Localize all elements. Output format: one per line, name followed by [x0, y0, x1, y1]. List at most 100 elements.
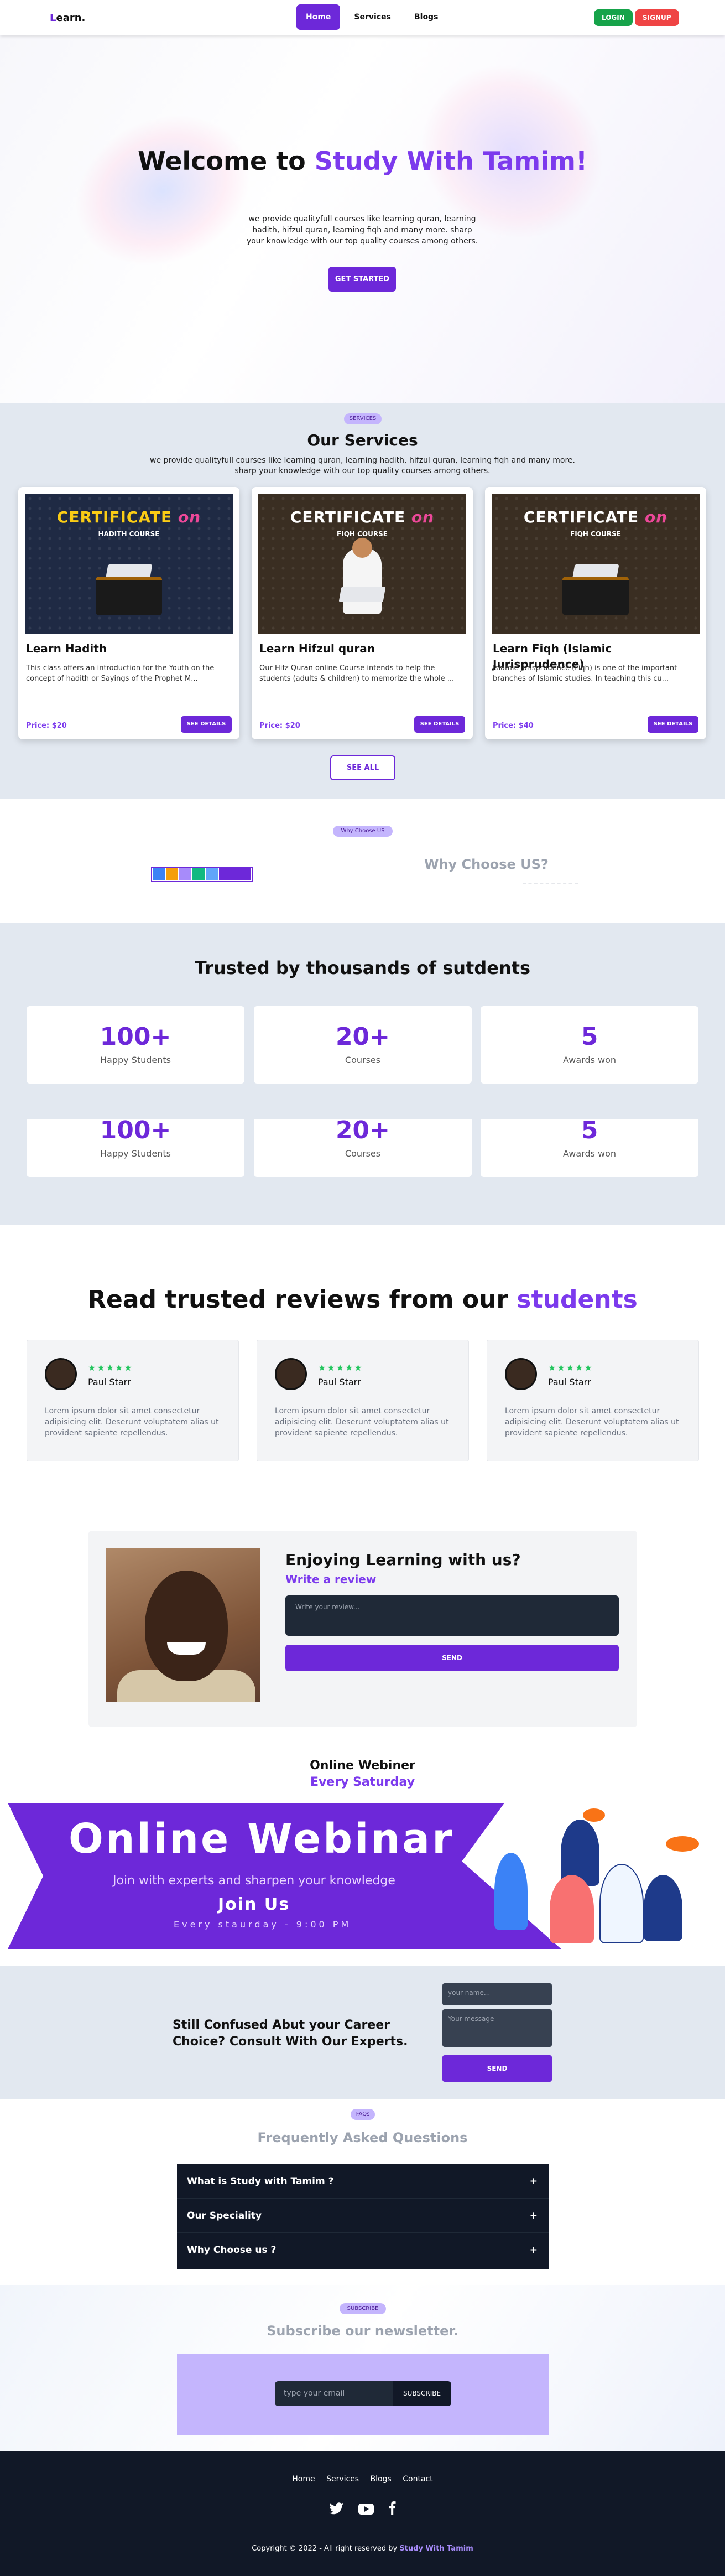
see-all-button[interactable]: SEE ALL	[330, 755, 395, 780]
course-image: CERTIFICATE on FIQH COURSE	[258, 494, 466, 634]
nav-home[interactable]: Home	[296, 4, 341, 30]
stat-card: 5 Awards won	[481, 1006, 698, 1084]
plus-icon: +	[529, 2210, 538, 2221]
services-subtitle: we provide qualityfull courses like lear…	[150, 456, 575, 465]
why-badge: Why Choose US	[333, 826, 393, 837]
logo[interactable]: Learn.	[50, 12, 85, 24]
chat-bubble-icon	[666, 1836, 699, 1852]
stat-number: 100+	[100, 1119, 171, 1144]
reviews-section: Read trusted reviews from our students ★…	[0, 1225, 725, 1756]
services-section: SERVICES Our Services we provide quality…	[0, 403, 725, 799]
see-details-button[interactable]: SEE DETAILS	[414, 716, 465, 733]
footer-link-home[interactable]: Home	[292, 2475, 315, 2484]
stat-card: 100+ Happy Students	[27, 1006, 244, 1084]
service-card[interactable]: CERTIFICATE on HADITH COURSE Learn Hadit…	[18, 487, 239, 739]
name-input[interactable]: your name...	[442, 1983, 552, 2005]
trusted-section: Trusted by thousands of sutdents 100+ Hap…	[0, 923, 725, 1225]
review-form-subtitle: Write a review	[285, 1573, 377, 1586]
certificate-title: CERTIFICATE on	[290, 508, 435, 526]
stat-card: 20+ Courses	[254, 1006, 472, 1084]
footer-link-contact[interactable]: Contact	[403, 2475, 432, 2484]
webinar-title: Online Webiner	[310, 1759, 415, 1772]
social-icons	[0, 2501, 725, 2518]
faq-accordion: What is Study with Tamim ? + Our Speciali…	[177, 2164, 549, 2269]
stat-label: Courses	[345, 1148, 381, 1159]
nav-services[interactable]: Services	[345, 4, 400, 30]
trusted-title: Trusted by thousands of sutdents	[194, 957, 531, 978]
card-price: Price: $20	[26, 722, 67, 730]
stat-label: Awards won	[562, 1055, 617, 1065]
review-card: ★★★★★ Paul Starr Lorem ipsum dolor sit a…	[487, 1340, 699, 1461]
copyright-text: Copyright © 2022 - All right reserved by	[252, 2544, 400, 2553]
course-name: HADITH COURSE	[98, 530, 160, 538]
subscribe-button[interactable]: SUBSCRIBE	[393, 2381, 451, 2406]
reviews-title-plain: Read trusted reviews from our	[87, 1286, 517, 1314]
stat-label: Awards won	[562, 1148, 617, 1159]
see-details-button[interactable]: SEE DETAILS	[648, 716, 698, 733]
copyright-brand[interactable]: Study With Tamim	[399, 2544, 473, 2553]
reviewer-name: Paul Starr	[548, 1377, 591, 1387]
send-review-button[interactable]: SEND	[285, 1645, 619, 1671]
faq-badge: FAQs	[351, 2109, 375, 2120]
see-details-button[interactable]: SEE DETAILS	[181, 716, 232, 733]
consult-send-button[interactable]: SEND	[442, 2055, 552, 2082]
login-button[interactable]: LOGIN	[594, 9, 633, 26]
course-name: FIQH COURSE	[570, 530, 621, 538]
newsletter-title: Subscribe our newsletter.	[267, 2323, 458, 2339]
newsletter-box: type your email SUBSCRIBE	[177, 2354, 549, 2435]
footer-link-blogs[interactable]: Blogs	[371, 2475, 392, 2484]
hero-decoration	[50, 86, 277, 294]
course-image: CERTIFICATE on HADITH COURSE	[25, 494, 233, 634]
consult-title: Still Confused Abut your Career Choice? …	[173, 2018, 408, 2049]
podium-icon	[562, 577, 629, 615]
banner-time: Every staurday - 9:00 PM	[174, 1919, 352, 1930]
stat-card: 5 Awards won	[481, 1119, 698, 1177]
plus-icon: +	[529, 2176, 538, 2187]
review-textarea[interactable]: Write your review...	[285, 1595, 619, 1636]
twitter-icon[interactable]	[329, 2502, 344, 2518]
card-description: Islamic Jurisprudence (Fiqh) is one of t…	[493, 664, 677, 683]
signup-button[interactable]: SIGNUP	[635, 9, 679, 26]
nav-blogs[interactable]: Blogs	[405, 4, 447, 30]
service-card[interactable]: CERTIFICATE on FIQH COURSE Learn Fiqh (I…	[485, 487, 706, 739]
faq-item[interactable]: Why Choose us ? +	[177, 2233, 549, 2267]
logo-letter: L	[50, 12, 56, 24]
newsletter-section: SUBSCRIBE Subscribe our newsletter. type…	[0, 2285, 725, 2451]
review-text: Lorem ipsum dolor sit amet consectetur a…	[275, 1407, 449, 1438]
email-input[interactable]: type your email	[275, 2381, 393, 2406]
card-description: This class offers an introduction for th…	[26, 664, 215, 683]
star-rating: ★★★★★	[88, 1362, 133, 1373]
services-badge: SERVICES	[344, 413, 382, 424]
avatar	[179, 868, 192, 881]
certificate-title: CERTIFICATE on	[523, 508, 668, 526]
podium-icon	[96, 577, 162, 615]
get-started-button[interactable]: GET STARTED	[328, 267, 396, 292]
faq-item[interactable]: Our Speciality +	[177, 2199, 549, 2233]
card-description: Our Hifz Quran online Course intends to …	[259, 664, 455, 683]
star-rating: ★★★★★	[318, 1362, 363, 1373]
review-card: ★★★★★ Paul Starr Lorem ipsum dolor sit a…	[257, 1340, 469, 1461]
faq-item[interactable]: What is Study with Tamim ? +	[177, 2164, 549, 2199]
faq-question: Why Choose us ?	[187, 2245, 277, 2256]
avatar	[205, 868, 218, 881]
footer-link-services[interactable]: Services	[326, 2475, 359, 2484]
webinar-banner[interactable]: Online Webinar Join with experts and sha…	[8, 1803, 717, 1949]
stat-label: Courses	[345, 1055, 381, 1065]
stat-card: 100+ Happy Students	[27, 1119, 244, 1177]
avatar	[45, 1358, 77, 1390]
youtube-icon[interactable]	[358, 2502, 374, 2518]
reviews-title-accent: students	[517, 1286, 638, 1314]
card-price: Price: $20	[259, 722, 300, 730]
message-textarea[interactable]: Your message	[442, 2009, 552, 2047]
copyright: Copyright © 2022 - All right reserved by…	[0, 2544, 725, 2553]
star-rating: ★★★★★	[548, 1362, 593, 1373]
facebook-icon[interactable]	[388, 2501, 396, 2518]
faq-title: Frequently Asked Questions	[257, 2130, 468, 2145]
service-card[interactable]: CERTIFICATE on FIQH COURSE Learn Hifzul …	[252, 487, 473, 739]
person-head	[352, 538, 372, 558]
card-price: Price: $40	[493, 722, 534, 730]
stat-number: 20+	[335, 1119, 390, 1144]
chat-bubble-icon	[583, 1808, 605, 1822]
hero-title-accent: Study With Tamim!	[314, 146, 587, 176]
hero-title: Welcome to Study With Tamim!	[0, 146, 725, 177]
